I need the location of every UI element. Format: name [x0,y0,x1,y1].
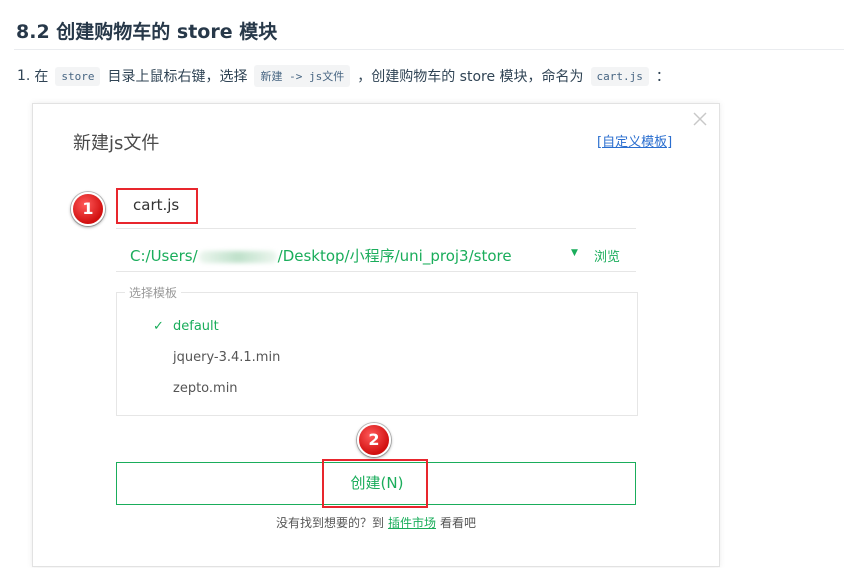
step-marker-1: 1 [71,192,105,226]
checkmark-icon: ✓ [153,319,164,334]
browse-button[interactable]: 浏览 [594,246,620,265]
footer-text-prefix: 没有找到想要的？到 [275,516,384,530]
dropdown-arrow-icon[interactable]: ▼ [571,248,578,258]
inline-code-store: store [55,66,101,86]
path-suffix: /Desktop/小程序/uni_proj3/store [277,247,512,265]
path-selector[interactable]: C:/Users//Desktop/小程序/uni_proj3/store ▼ … [116,239,636,272]
section-heading: 8.2 创建购物车的 store 模块 [16,21,278,43]
footer-text-suffix: 看看吧 [440,516,477,530]
template-option-jquery[interactable]: jquery-3.4.1.min [173,350,280,365]
plugin-market-link[interactable]: 插件市场 [388,516,436,530]
dialog-title: 新建js文件 [73,133,160,154]
step-text-3: ，创建购物车的 store 模块，命名为 [357,69,584,85]
inline-code-new-file: 新建 -> js文件 [254,65,351,87]
dialog-footer: 没有找到想要的？到 插件市场 看看吧 [33,514,719,531]
custom-template-link[interactable]: [自定义模板] [597,131,672,150]
path-value: C:/Users/ /Desktop/小程序/uni_proj3/store [130,245,512,266]
filename-input-value[interactable]: cart.js [133,196,179,214]
redacted-username [198,250,277,263]
inline-code-cart: cart.js [590,66,649,86]
filename-field[interactable]: cart.js [116,188,636,229]
template-legend: 选择模板 [125,284,182,301]
path-prefix: C:/Users/ [130,247,198,265]
template-option-default[interactable]: default [173,319,219,334]
step-text-4: ： [655,69,670,85]
template-list: 选择模板 ✓ default jquery-3.4.1.min zepto.mi… [116,284,638,416]
step-number: 1. [17,68,31,84]
new-js-file-dialog: 新建js文件 [自定义模板] cart.js C:/Users/ /Desktop… [32,103,720,567]
step-text-2: 目录上鼠标右键，选择 [107,69,248,85]
step-text-1: 在 [34,69,49,85]
step-marker-2: 2 [357,423,391,457]
create-highlight [322,459,428,508]
template-option-zepto[interactable]: zepto.min [173,381,238,396]
close-icon[interactable] [691,110,709,128]
heading-divider [14,49,844,50]
step-instruction: 1. 在 store 目录上鼠标右键，选择 新建 -> js文件 ，创建购物车的… [17,65,670,87]
